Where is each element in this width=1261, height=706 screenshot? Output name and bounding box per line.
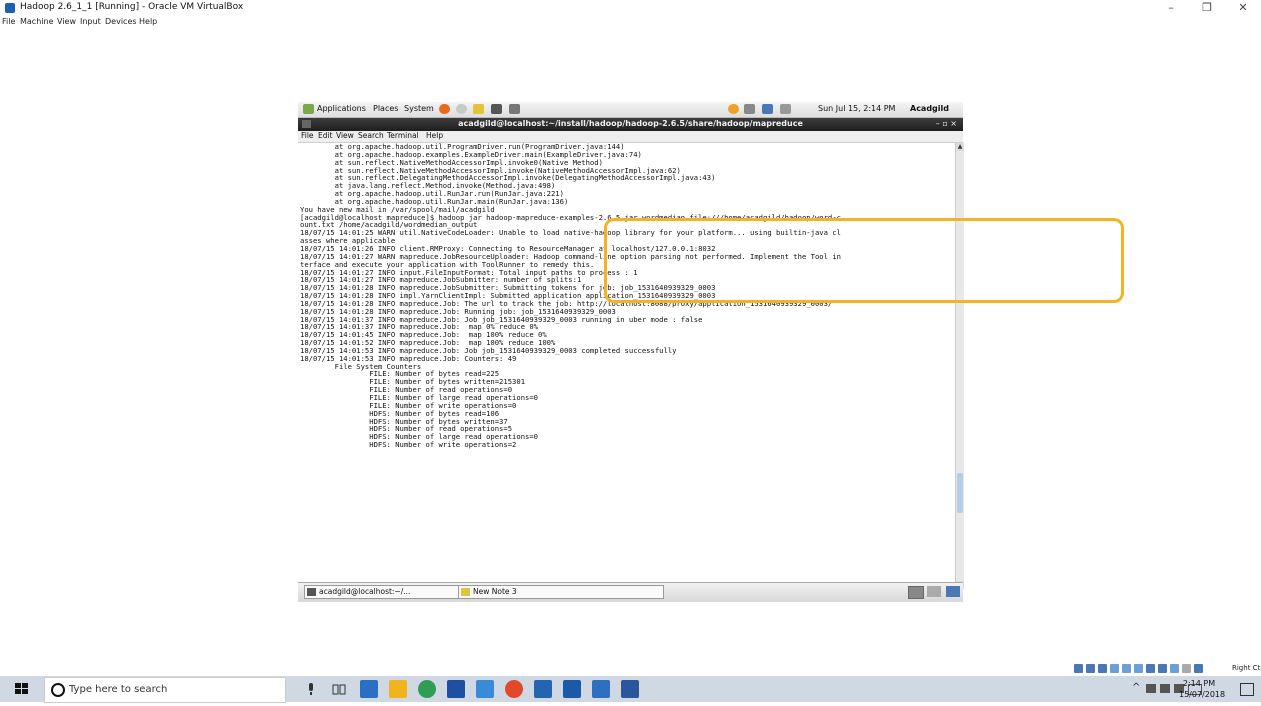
scroll-up-arrow[interactable]: ▲ xyxy=(956,143,964,151)
chrome-icon[interactable] xyxy=(418,680,436,698)
terminal-title: acadgild@localhost:~/install/hadoop/hado… xyxy=(458,119,803,128)
photos-icon[interactable] xyxy=(476,680,494,698)
optical-drive-icon[interactable] xyxy=(1086,664,1095,673)
windows-logo-icon xyxy=(15,683,28,694)
window-title: Hadoop 2.6_1_1 [Running] - Oracle VM Vir… xyxy=(20,2,244,12)
cortana-circle-icon xyxy=(51,683,65,697)
usb-icon[interactable] xyxy=(1122,664,1131,673)
calculator-icon[interactable] xyxy=(360,680,378,698)
pen-icon[interactable] xyxy=(1146,684,1156,693)
clock-date[interactable]: 15/07/2018 xyxy=(1179,690,1225,699)
app-icon-blue[interactable] xyxy=(447,680,465,698)
workspace-1-icon[interactable] xyxy=(927,586,941,597)
user-switch-icon[interactable] xyxy=(780,104,791,114)
clock-time[interactable]: 2:14 PM xyxy=(1179,679,1219,688)
panel-menu-applications[interactable]: Applications xyxy=(317,104,366,113)
screenshot-icon[interactable] xyxy=(509,104,520,114)
menu-help[interactable]: Help xyxy=(139,17,157,26)
cpu-icon[interactable] xyxy=(1170,664,1179,673)
taskbar-search-box[interactable]: Type here to search xyxy=(44,677,286,703)
notifications-icon[interactable] xyxy=(1240,683,1254,696)
menu-devices[interactable]: Devices xyxy=(105,17,137,26)
store-icon[interactable] xyxy=(534,680,552,698)
terminal-launcher-icon[interactable] xyxy=(491,104,502,114)
windows-taskbar: Type here to search ^ 2:14 PM 15/07/2018 xyxy=(0,676,1261,703)
menu-file[interactable]: File xyxy=(2,17,15,26)
shared-folders-icon[interactable] xyxy=(1134,664,1143,673)
panel-menu-system[interactable]: System xyxy=(404,104,434,113)
scroll-thumb[interactable] xyxy=(957,473,963,513)
mouse-integration-icon[interactable] xyxy=(1182,664,1191,673)
virtualbox-menu-bar: File Machine View Input Devices Help xyxy=(0,16,1261,30)
microphone-icon[interactable] xyxy=(302,680,320,698)
terminal-menu-search[interactable]: Search xyxy=(358,131,384,140)
guest-desktop[interactable]: Applications Places System Sun Jul 15, 2… xyxy=(298,102,964,602)
search-placeholder: Type here to search xyxy=(69,684,168,695)
start-button[interactable] xyxy=(0,676,44,702)
menu-view[interactable]: View xyxy=(57,17,76,26)
hdd-icon[interactable] xyxy=(1074,664,1083,673)
taskbar-terminal-label: acadgild@localhost:~/... xyxy=(319,587,411,596)
guest-taskbar: acadgild@localhost:~/... New Note 3 xyxy=(298,582,963,601)
terminal-output[interactable]: at org.apache.hadoop.util.ProgramDriver.… xyxy=(298,143,955,589)
virtualbox-status-bar: Right Ctrl xyxy=(1072,662,1261,676)
volume-icon[interactable] xyxy=(744,104,755,114)
panel-user[interactable]: Acadgild xyxy=(910,104,949,113)
terminal-menu-edit[interactable]: Edit xyxy=(318,131,333,140)
update-icon[interactable] xyxy=(728,104,739,114)
note-icon xyxy=(461,588,470,596)
minimize-button[interactable]: – xyxy=(1153,0,1189,16)
show-desktop-icon[interactable] xyxy=(908,586,924,599)
firefox-icon[interactable] xyxy=(439,104,450,114)
battery-icon[interactable] xyxy=(1160,684,1170,693)
terminal-menu-help[interactable]: Help xyxy=(426,131,443,140)
terminal-menu-view[interactable]: View xyxy=(336,131,354,140)
network-icon[interactable] xyxy=(762,104,773,114)
gnome-foot-icon xyxy=(303,104,314,114)
display-icon[interactable] xyxy=(1146,664,1155,673)
virtualbox-title-bar: Hadoop 2.6_1_1 [Running] - Oracle VM Vir… xyxy=(0,0,1261,16)
menu-machine[interactable]: Machine xyxy=(20,17,54,26)
panel-clock[interactable]: Sun Jul 15, 2:14 PM xyxy=(818,104,895,113)
gnome-top-panel: Applications Places System Sun Jul 15, 2… xyxy=(298,102,963,118)
virtualbox-app-icon xyxy=(5,3,15,13)
terminal-window-controls[interactable]: – ▫ × xyxy=(936,119,957,128)
workspace-2-icon[interactable] xyxy=(946,586,960,597)
close-button[interactable]: ✕ xyxy=(1225,0,1261,16)
host-key-icon[interactable] xyxy=(1194,664,1203,673)
word-icon[interactable] xyxy=(621,680,639,698)
help-icon[interactable] xyxy=(456,104,467,114)
terminal-title-bar[interactable]: acadgild@localhost:~/install/hadoop/hado… xyxy=(298,118,963,131)
virtualbox-icon[interactable] xyxy=(592,680,610,698)
file-explorer-icon[interactable] xyxy=(389,680,407,698)
app-icon-dark[interactable] xyxy=(563,680,581,698)
terminal-icon xyxy=(307,588,316,596)
host-key-label: Right Ctrl xyxy=(1232,664,1261,672)
terminal-menu-bar: File Edit View Search Terminal Help xyxy=(298,131,963,143)
chrome-alt-icon[interactable] xyxy=(505,680,523,698)
highlight-annotation xyxy=(604,218,1124,303)
network-adapter-icon[interactable] xyxy=(1110,664,1119,673)
terminal-menu-file[interactable]: File xyxy=(301,131,314,140)
audio-icon[interactable] xyxy=(1098,664,1107,673)
text-editor-icon[interactable] xyxy=(473,104,484,114)
taskbar-note-label: New Note 3 xyxy=(473,587,517,596)
taskbar-terminal-button[interactable]: acadgild@localhost:~/... xyxy=(304,585,470,599)
tray-up-icon[interactable]: ^ xyxy=(1132,682,1140,693)
video-capture-icon[interactable] xyxy=(1158,664,1167,673)
terminal-scrollbar[interactable]: ▲ ▼ xyxy=(955,143,964,589)
restore-button[interactable]: ❐ xyxy=(1189,0,1225,16)
terminal-line: HDFS: Number of write operations=2 xyxy=(300,440,517,450)
task-view-icon[interactable] xyxy=(330,680,348,698)
panel-menu-places[interactable]: Places xyxy=(373,104,398,113)
taskbar-note-button[interactable]: New Note 3 xyxy=(458,585,664,599)
menu-input[interactable]: Input xyxy=(80,17,101,26)
terminal-menu-terminal[interactable]: Terminal xyxy=(387,131,419,140)
